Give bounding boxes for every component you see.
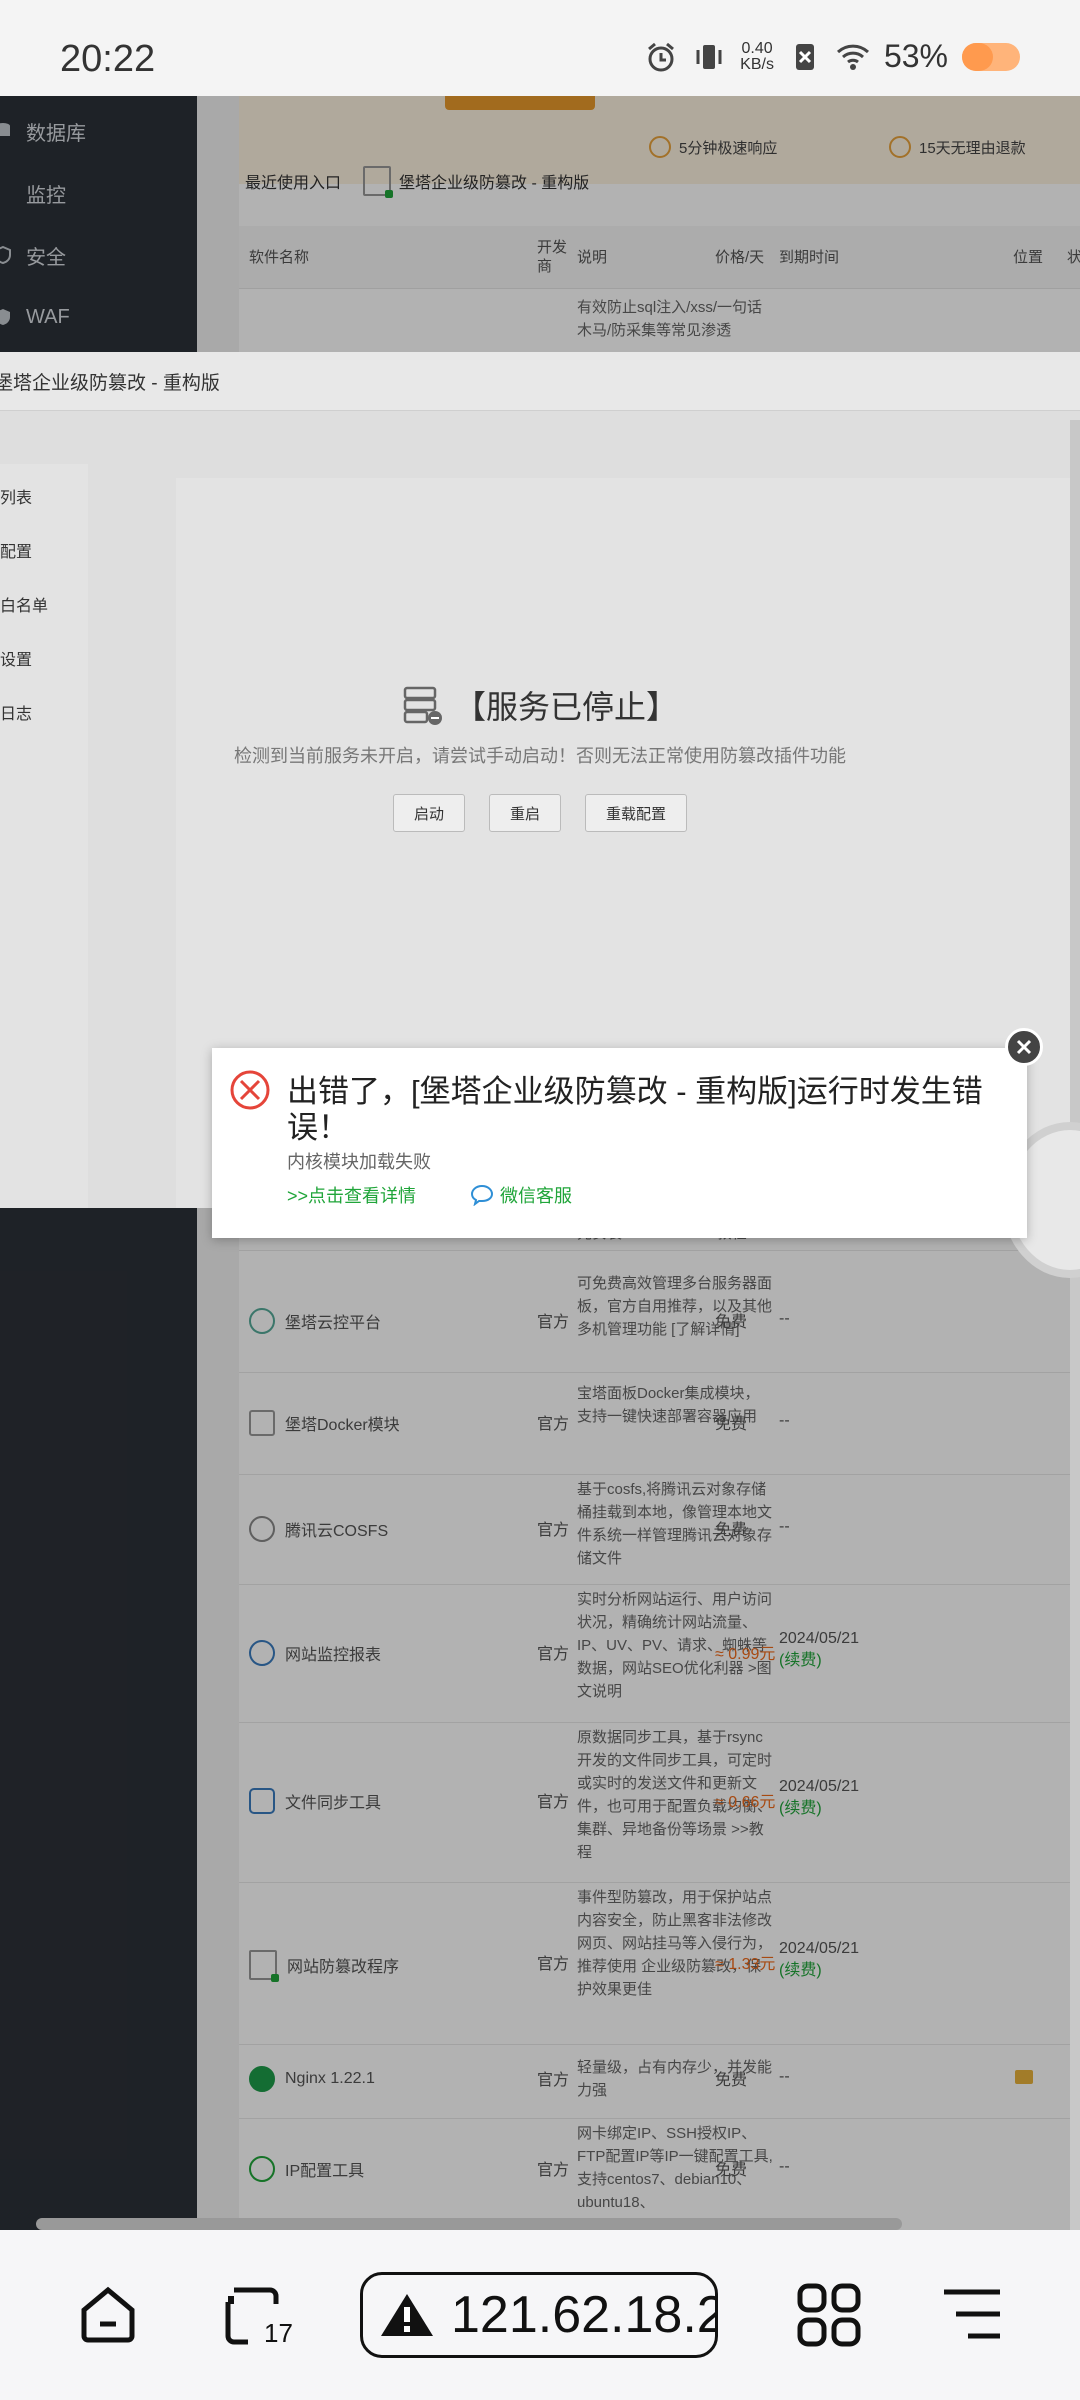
battery-percent: 53% [883, 38, 948, 74]
view-details-link[interactable]: >>点击查看详情 [287, 1182, 416, 1208]
status-bar: 20:22 0.40 KB/s 53% [0, 0, 1080, 96]
net-speed-unit: KB/s [740, 55, 774, 73]
service-status-hint: 检测到当前服务未开启，请尝试手动启动！否则无法正常使用防篡改插件功能 [234, 746, 846, 766]
plugin-nav-config[interactable]: 配置 [0, 538, 32, 562]
tab-count: 17 [264, 2318, 293, 2348]
battery-icon [962, 42, 1020, 71]
wechat-support-link[interactable]: 微信客服 [470, 1182, 572, 1208]
url-text: 121.62.18.2 [451, 2286, 718, 2344]
warning-icon[interactable] [379, 2290, 435, 2340]
error-title: 出错了，[堡塔企业级防篡改 - 重构版]运行时发生错误！ [287, 1074, 983, 1145]
server-stopped-icon [403, 686, 442, 725]
vibrate-icon [696, 44, 722, 69]
plugin-nav-whitelist[interactable]: 白名单 [0, 592, 48, 616]
close-icon [1016, 1039, 1032, 1055]
service-actions: 启动 重启 重载配置 [0, 794, 1080, 832]
start-button[interactable]: 启动 [392, 794, 465, 832]
plugin-window-title: 堡塔企业级防篡改 - 重构版 [0, 352, 1080, 411]
vertical-scrollbar[interactable] [1070, 420, 1080, 2230]
error-message: 内核模块加载失败 [287, 1152, 431, 1172]
restart-button[interactable]: 重启 [488, 794, 561, 832]
error-links: >>点击查看详情 微信客服 [287, 1182, 572, 1208]
plugin-nav: 列表 配置 白名单 设置 日志 [0, 464, 88, 1208]
service-status-title: 【服务已停止】 [453, 689, 678, 725]
clock: 20:22 [60, 38, 156, 80]
alarm-icon [648, 42, 675, 71]
home-icon[interactable] [76, 2282, 140, 2346]
status-icons: 0.40 KB/s 53% [644, 38, 1020, 75]
reload-config-button[interactable]: 重载配置 [585, 794, 688, 832]
error-dialog: 出错了，[堡塔企业级防篡改 - 重构版]运行时发生错误！ 内核模块加载失败 >>… [212, 1028, 1043, 1238]
plugin-title-label: 堡塔企业级防篡改 - 重构版 [0, 372, 220, 394]
plugin-nav-settings[interactable]: 设置 [0, 646, 32, 670]
wifi-icon [836, 44, 869, 70]
wechat-support-label: 微信客服 [500, 1186, 573, 1206]
net-speed: 0.40 KB/s [740, 39, 774, 73]
plugin-nav-list[interactable]: 列表 [0, 484, 32, 508]
browser-toolbar: 17 121.62.18.2 [0, 2230, 1080, 2400]
service-status: 【服务已停止】 [0, 682, 1080, 728]
net-speed-value: 0.40 [741, 39, 773, 57]
chat-icon [471, 1184, 494, 1206]
address-bar[interactable]: 121.62.18.2 [360, 2272, 718, 2358]
menu-icon[interactable] [940, 2282, 1004, 2346]
tabs-button[interactable]: 17 [220, 2282, 293, 2348]
apps-grid-icon[interactable] [796, 2282, 862, 2348]
no-sim-icon [795, 43, 814, 70]
close-button[interactable] [1005, 1028, 1043, 1066]
